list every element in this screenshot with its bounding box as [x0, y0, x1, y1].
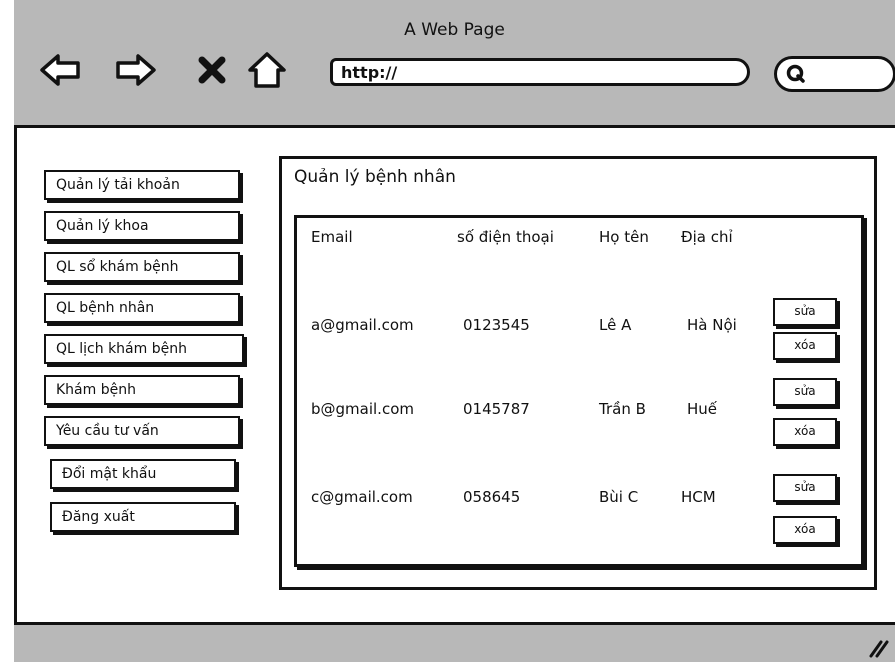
search-icon — [786, 64, 805, 83]
row2-email: b@gmail.com — [311, 400, 414, 418]
search-input[interactable] — [774, 56, 895, 92]
resize-grip-icon[interactable] — [867, 636, 889, 658]
row1-phone: 0123545 — [463, 316, 530, 334]
column-header-name: Họ tên — [599, 228, 649, 246]
browser-statusbar — [14, 622, 895, 662]
sidebar-item-appointment-schedule[interactable]: QL lịch khám bệnh — [44, 334, 244, 364]
sidebar-item-department-management[interactable]: Quản lý khoa — [44, 211, 240, 241]
row3-phone: 058645 — [463, 488, 521, 506]
patient-table: Email số điện thoại Họ tên Địa chỉ a@gma… — [294, 215, 864, 567]
row1-address: Hà Nội — [687, 316, 737, 334]
browser-toolbar: A Web Page http:// — [14, 0, 895, 128]
row3-delete-button[interactable]: xóa — [773, 516, 837, 544]
back-arrow-icon[interactable] — [38, 50, 82, 90]
row3-address: HCM — [681, 488, 716, 506]
page-title: Quản lý bệnh nhân — [294, 167, 456, 187]
url-input[interactable]: http:// — [330, 58, 750, 86]
row1-edit-button[interactable]: sửa — [773, 298, 837, 326]
row1-name: Lê A — [599, 316, 632, 334]
sidebar-item-account-management[interactable]: Quản lý tải khoản — [44, 170, 240, 200]
sidebar-item-change-password[interactable]: Đổi mật khẩu — [50, 459, 236, 489]
column-header-email: Email — [311, 228, 353, 246]
sidebar-item-medical-book[interactable]: QL sổ khám bệnh — [44, 252, 240, 282]
forward-arrow-icon[interactable] — [114, 50, 158, 90]
patient-management-panel: Quản lý bệnh nhân Email số điện thoại Họ… — [279, 156, 877, 590]
row1-delete-button[interactable]: xóa — [773, 332, 837, 360]
row2-phone: 0145787 — [463, 400, 530, 418]
sidebar-item-logout[interactable]: Đăng xuất — [50, 502, 236, 532]
sidebar-item-consultation-request[interactable]: Yêu cầu tư vấn — [44, 416, 240, 446]
row1-email: a@gmail.com — [311, 316, 414, 334]
home-icon[interactable] — [246, 50, 288, 90]
row3-email: c@gmail.com — [311, 488, 413, 506]
row2-address: Huế — [687, 400, 718, 418]
row3-edit-button[interactable]: sửa — [773, 474, 837, 502]
close-x-icon[interactable] — [194, 50, 230, 90]
window-title: A Web Page — [404, 20, 505, 40]
row3-name: Bùi C — [599, 488, 639, 506]
sidebar-item-patients[interactable]: QL bệnh nhân — [44, 293, 240, 323]
row2-delete-button[interactable]: xóa — [773, 418, 837, 446]
column-header-phone: số điện thoại — [457, 228, 554, 246]
column-header-address: Địa chỉ — [681, 228, 733, 246]
sidebar-item-examination[interactable]: Khám bệnh — [44, 375, 240, 405]
row2-edit-button[interactable]: sửa — [773, 378, 837, 406]
row2-name: Trần B — [599, 400, 646, 418]
